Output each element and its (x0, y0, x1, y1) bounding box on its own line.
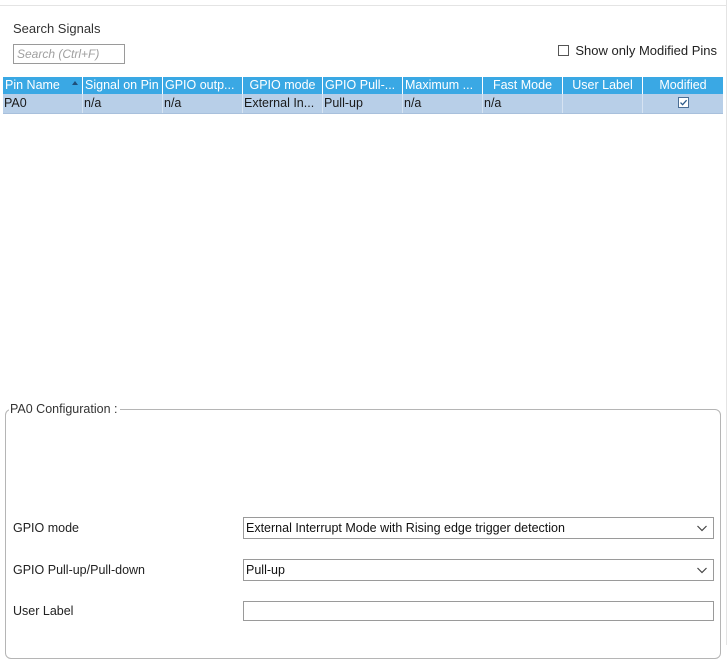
cell-fast-mode: n/a (483, 94, 563, 113)
modified-check-icon (677, 97, 689, 109)
gpio-pull-select[interactable]: Pull-up (243, 559, 714, 581)
column-header-modified[interactable]: Modified (643, 77, 723, 94)
column-header-gpio-mode[interactable]: GPIO mode (243, 77, 323, 94)
cell-gpio-mode: External In... (243, 94, 323, 113)
table-header: Pin Name Signal on Pin GPIO outp... GPIO… (3, 77, 723, 94)
column-header-fast-mode[interactable]: Fast Mode (483, 77, 563, 94)
cell-pin-name: PA0 (3, 94, 83, 113)
gpio-mode-select[interactable]: External Interrupt Mode with Rising edge… (243, 517, 714, 539)
column-header-gpio-pull[interactable]: GPIO Pull-... (323, 77, 403, 94)
top-border (0, 0, 727, 6)
column-header-gpio-output[interactable]: GPIO outp... (163, 77, 243, 94)
gpio-pull-value: Pull-up (246, 563, 285, 577)
search-input[interactable] (13, 44, 125, 64)
user-label-label: User Label (13, 604, 74, 618)
cell-signal: n/a (83, 94, 163, 113)
show-modified-checkbox[interactable] (558, 45, 570, 56)
show-modified-label: Show only Modified Pins (575, 43, 717, 58)
chevron-down-icon (697, 567, 707, 574)
cell-gpio-pull: Pull-up (323, 94, 403, 113)
search-signals-label: Search Signals (13, 21, 101, 36)
cell-maximum: n/a (403, 94, 483, 113)
table-row[interactable]: PA0 n/a n/a External In... Pull-up n/a n… (3, 94, 723, 114)
cell-modified (643, 94, 723, 113)
column-header-user-label[interactable]: User Label (563, 77, 643, 94)
show-modified-pins-toggle[interactable]: Show only Modified Pins (558, 43, 717, 58)
pin-configuration-title: PA0 Configuration : (9, 402, 121, 416)
column-header-maximum[interactable]: Maximum ... (403, 77, 483, 94)
gpio-pull-label: GPIO Pull-up/Pull-down (13, 563, 146, 577)
gpio-mode-label: GPIO mode (13, 521, 79, 535)
gpio-mode-value: External Interrupt Mode with Rising edge… (246, 521, 565, 535)
column-header-pin-name[interactable]: Pin Name (3, 77, 83, 94)
user-label-input[interactable] (243, 601, 714, 621)
sort-ascending-icon (72, 81, 78, 85)
chevron-down-icon (697, 525, 707, 532)
cell-user-label (563, 94, 643, 113)
pin-table: Pin Name Signal on Pin GPIO outp... GPIO… (3, 77, 723, 114)
cell-gpio-output: n/a (163, 94, 243, 113)
column-header-signal[interactable]: Signal on Pin (83, 77, 163, 94)
